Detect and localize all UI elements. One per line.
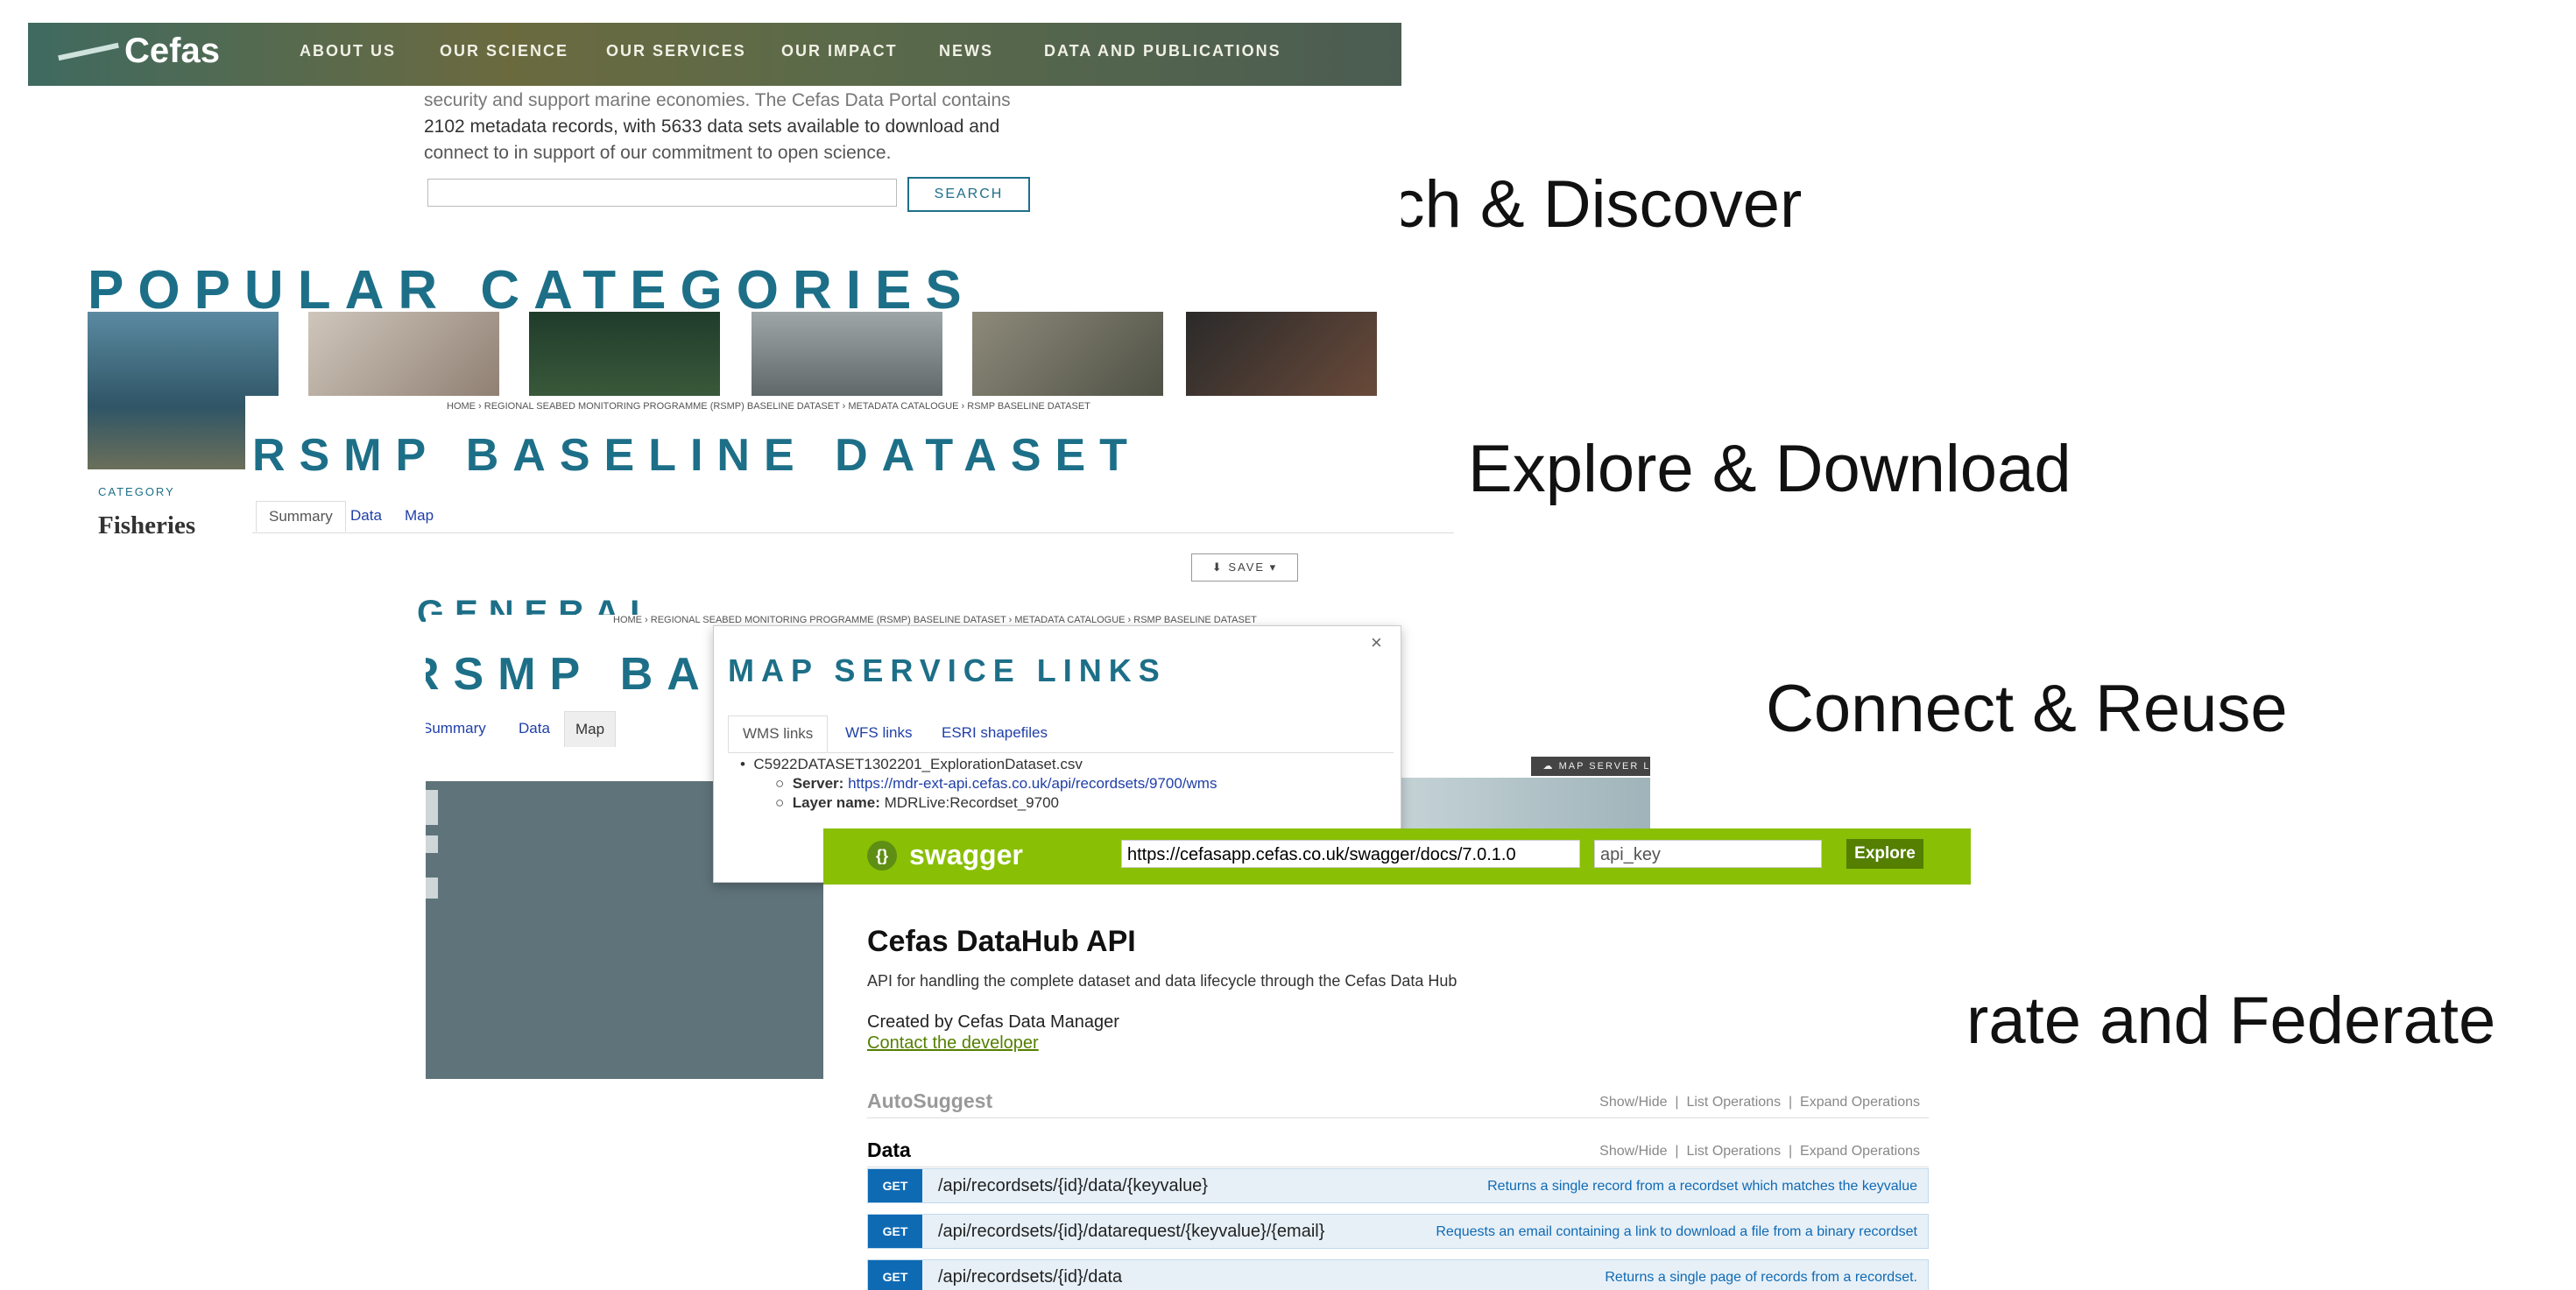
tab-summary[interactable]: Summary	[256, 501, 346, 532]
endpoint-path[interactable]: /api/recordsets/{id}/data	[938, 1267, 1122, 1287]
nav-our-services[interactable]: OUR SERVICES	[606, 42, 746, 60]
list-operations-link[interactable]: List Operations	[1686, 1095, 1781, 1110]
endpoint-row[interactable]: GET /api/recordsets/{id}/data Returns a …	[867, 1259, 1929, 1290]
api-url-input[interactable]: https://cefasapp.cefas.co.uk/swagger/doc…	[1121, 840, 1580, 868]
group-autosuggest: AutoSuggest Show/Hide | List Operations …	[867, 1082, 1929, 1118]
show-hide-link[interactable]: Show/Hide	[1599, 1095, 1667, 1110]
top-nav: Cefas ABOUT US OUR SCIENCE OUR SERVICES …	[28, 23, 1401, 86]
group-name[interactable]: AutoSuggest	[867, 1089, 992, 1113]
file-list-item: • C5922DATASET1302201_ExplorationDataset…	[740, 756, 1083, 772]
modal-tabs: WMS links WFS links ESRI shapefiles	[728, 715, 1394, 753]
method-badge: GET	[868, 1260, 922, 1290]
category-thumb-lab[interactable]	[308, 312, 499, 399]
cefas-logo-icon	[58, 42, 119, 61]
server-url-link[interactable]: https://mdr-ext-api.cefas.co.uk/api/reco…	[848, 775, 1217, 792]
cefas-logo[interactable]: Cefas	[124, 32, 220, 71]
modal-title: MAP SERVICE LINKS	[728, 652, 1167, 688]
tab-map[interactable]: Map	[564, 711, 617, 747]
nav-news[interactable]: NEWS	[939, 42, 993, 60]
zoom-in-control[interactable]	[426, 790, 438, 825]
expand-operations-link[interactable]: Expand Operations	[1800, 1095, 1920, 1110]
category-thumb-sea[interactable]	[752, 312, 942, 399]
close-icon[interactable]: ×	[1371, 631, 1382, 654]
endpoint-path[interactable]: /api/recordsets/{id}/data/{keyvalue}	[938, 1176, 1208, 1196]
endpoint-path[interactable]: /api/recordsets/{id}/datarequest/{keyval…	[938, 1222, 1324, 1242]
breadcrumb[interactable]: HOME › REGIONAL SEABED MONITORING PROGRA…	[613, 615, 1257, 625]
tab-wms-links[interactable]: WMS links	[728, 715, 829, 752]
intro-line-1: security and support marine economies. T…	[424, 90, 1011, 110]
file-name: C5922DATASET1302201_ExplorationDataset.c…	[753, 756, 1083, 772]
group-name[interactable]: Data	[867, 1138, 911, 1162]
nav-our-science[interactable]: OUR SCIENCE	[440, 42, 568, 60]
intro-line-2: 2102 metadata records, with 5633 data se…	[424, 116, 1000, 137]
map-coastline	[1372, 778, 1650, 830]
endpoint-description: Requests an email containing a link to d…	[1436, 1224, 1917, 1239]
list-operations-link[interactable]: List Operations	[1686, 1144, 1781, 1159]
method-badge: GET	[868, 1215, 922, 1248]
endpoint-row[interactable]: GET /api/recordsets/{id}/data/{keyvalue}…	[867, 1168, 1929, 1203]
show-hide-link[interactable]: Show/Hide	[1599, 1144, 1667, 1159]
server-label: Server:	[792, 775, 844, 792]
layer-control[interactable]	[426, 878, 438, 899]
server-line: ○ Server: https://mdr-ext-api.cefas.co.u…	[775, 775, 1217, 792]
group-operations: Show/Hide | List Operations | Expand Ope…	[1599, 1095, 1920, 1110]
endpoint-description: Returns a single record from a recordset…	[1487, 1179, 1917, 1194]
nav-data-publications[interactable]: DATA AND PUBLICATIONS	[1044, 42, 1281, 60]
tab-esri-shapefiles[interactable]: ESRI shapefiles	[928, 715, 1062, 751]
dataset-page-screenshot: HOME › REGIONAL SEABED MONITORING PROGRA…	[245, 396, 1454, 622]
swagger-screenshot: {} swagger https://cefasapp.cefas.co.uk/…	[823, 828, 1971, 1290]
map-server-label: MAP SERVER L	[1558, 761, 1650, 772]
category-label: CATEGORY	[98, 485, 175, 498]
dataset-tabs: Summary Data Map	[252, 501, 1454, 533]
nav-our-impact[interactable]: OUR IMPACT	[781, 42, 898, 60]
breadcrumb[interactable]: HOME › REGIONAL SEABED MONITORING PROGRA…	[447, 401, 1090, 412]
dataset-title-partial: RSMP BAS	[426, 649, 759, 700]
endpoint-description: Returns a single page of records from a …	[1605, 1270, 1917, 1285]
swagger-logo-icon: {}	[867, 841, 897, 871]
layer-line: ○ Layer name: MDRLive:Recordset_9700	[775, 794, 1060, 811]
download-icon: ⬇	[1211, 560, 1224, 574]
category-name[interactable]: Fisheries	[98, 511, 195, 540]
tab-data[interactable]: Data	[338, 501, 394, 531]
cloud-icon: ☁	[1542, 761, 1555, 772]
zoom-out-control[interactable]	[426, 835, 438, 853]
endpoint-row[interactable]: GET /api/recordsets/{id}/datarequest/{ke…	[867, 1214, 1929, 1249]
expand-operations-link[interactable]: Expand Operations	[1800, 1144, 1920, 1159]
contact-developer-link[interactable]: Contact the developer	[867, 1033, 1039, 1054]
tab-data[interactable]: Data	[508, 711, 561, 746]
save-button[interactable]: ⬇ SAVE ▾	[1191, 553, 1298, 582]
swagger-header: {} swagger https://cefasapp.cefas.co.uk/…	[823, 828, 1971, 885]
layer-label: Layer name:	[792, 794, 880, 811]
api-key-input[interactable]: api_key	[1594, 840, 1822, 868]
save-label: SAVE	[1228, 560, 1266, 574]
search-input[interactable]	[427, 179, 897, 207]
caption-explore-download: Explore & Download	[1468, 432, 2071, 506]
explore-button[interactable]: Explore	[1846, 839, 1923, 869]
tab-summary[interactable]: Summary	[426, 711, 497, 746]
caption-connect-reuse: Connect & Reuse	[1766, 672, 2288, 746]
category-thumb-equipment[interactable]	[1186, 312, 1377, 399]
swagger-brand[interactable]: swagger	[909, 839, 1023, 871]
created-by: Created by Cefas Data Manager	[867, 1012, 1119, 1032]
search-button[interactable]: SEARCH	[907, 177, 1030, 212]
api-title: Cefas DataHub API	[867, 925, 1136, 958]
category-thumb-scientist[interactable]	[972, 312, 1163, 399]
tab-map[interactable]: Map	[392, 501, 446, 531]
nav-about-us[interactable]: ABOUT US	[300, 42, 396, 60]
api-description: API for handling the complete dataset an…	[867, 972, 1457, 990]
tab-wfs-links[interactable]: WFS links	[831, 715, 927, 751]
group-operations: Show/Hide | List Operations | Expand Ope…	[1599, 1144, 1920, 1159]
method-badge: GET	[868, 1169, 922, 1202]
group-data: Data Show/Hide | List Operations | Expan…	[867, 1131, 1929, 1167]
intro-line-3: connect to in support of our commitment …	[424, 143, 892, 163]
map-server-button[interactable]: ☁ MAP SERVER L	[1531, 757, 1650, 776]
layer-name: MDRLive:Recordset_9700	[884, 794, 1060, 811]
dataset-title: RSMP BASELINE DATASET	[252, 430, 1141, 481]
caret-down-icon: ▾	[1269, 560, 1278, 574]
category-thumb-seabed[interactable]	[529, 312, 720, 399]
